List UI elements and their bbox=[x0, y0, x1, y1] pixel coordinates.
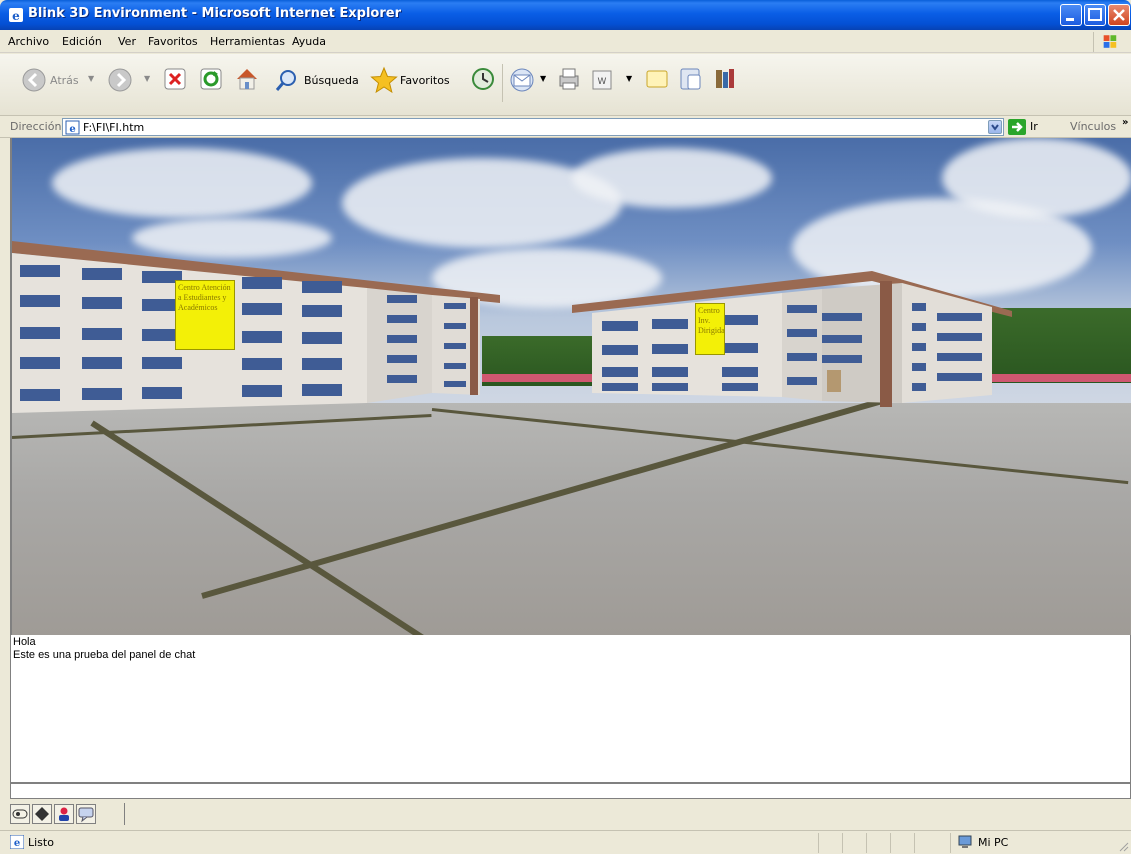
windows-logo-icon bbox=[1093, 32, 1117, 52]
ie-icon: e bbox=[9, 8, 23, 23]
address-dropdown-button[interactable] bbox=[988, 120, 1002, 134]
status-cell bbox=[866, 833, 890, 853]
status-text: Listo bbox=[28, 836, 54, 849]
menu-herramientas[interactable]: Herramientas bbox=[210, 35, 285, 48]
star-icon bbox=[370, 66, 398, 94]
chat-message: Hola bbox=[13, 636, 36, 648]
toolbar-separator bbox=[124, 803, 125, 825]
computer-icon bbox=[958, 835, 972, 848]
address-label: Dirección bbox=[10, 120, 62, 133]
blink-toolbar bbox=[10, 800, 1131, 828]
address-value: F:\FI\FI.htm bbox=[83, 121, 145, 134]
mail-dropdown-icon[interactable]: ▼ bbox=[540, 74, 546, 83]
address-bar: Dirección e F:\FI\FI.htm Ir Vínculos » bbox=[0, 116, 1131, 138]
forward-arrow-icon bbox=[108, 68, 132, 92]
menu-ver[interactable]: Ver bbox=[118, 35, 136, 48]
page-status-icon: e bbox=[10, 835, 24, 849]
edit-button[interactable]: W ▼ bbox=[590, 62, 638, 102]
chat-panel: Hola Este es una prueba del panel de cha… bbox=[10, 635, 1131, 783]
svg-text:e: e bbox=[12, 9, 20, 23]
view-icon bbox=[12, 809, 28, 819]
paved-ground bbox=[12, 403, 1131, 635]
status-cell bbox=[818, 833, 842, 853]
chat-input[interactable] bbox=[10, 783, 1131, 799]
print-icon[interactable] bbox=[556, 66, 582, 92]
svg-text:e: e bbox=[69, 124, 75, 135]
search-button[interactable]: Búsqueda bbox=[274, 62, 364, 102]
avatar-button[interactable] bbox=[54, 804, 74, 824]
3d-viewport[interactable]: Centro Atención a Estudiantes y Académic… bbox=[10, 138, 1131, 635]
menu-edicion[interactable]: Edición bbox=[62, 35, 102, 48]
close-button[interactable] bbox=[1108, 4, 1130, 26]
search-label: Búsqueda bbox=[304, 74, 359, 87]
back-arrow-icon bbox=[22, 68, 46, 92]
close-icon bbox=[1113, 9, 1125, 21]
svg-text:e: e bbox=[14, 838, 20, 849]
favorites-button[interactable]: Favoritos bbox=[370, 62, 460, 102]
discuss-icon[interactable] bbox=[644, 66, 670, 92]
page-icon: e bbox=[65, 120, 80, 135]
mail-button[interactable]: ▼ bbox=[508, 62, 548, 102]
navigate-icon bbox=[35, 807, 49, 821]
go-arrow-icon bbox=[1012, 122, 1023, 132]
forward-button[interactable]: ▼ bbox=[108, 62, 152, 102]
history-icon[interactable] bbox=[470, 66, 496, 92]
status-cell bbox=[914, 833, 950, 853]
zone-text: Mi PC bbox=[978, 836, 1009, 849]
view-toggle-button[interactable] bbox=[10, 804, 30, 824]
svg-text:W: W bbox=[598, 77, 607, 87]
chevron-down-icon bbox=[991, 124, 999, 131]
sign-right: Centro Inv. Dirigida bbox=[695, 303, 725, 355]
forward-dropdown-icon[interactable]: ▼ bbox=[144, 74, 150, 83]
messenger-icon[interactable] bbox=[678, 66, 704, 92]
cloud bbox=[52, 148, 312, 218]
links-label[interactable]: Vínculos bbox=[1070, 120, 1116, 133]
navigate-button[interactable] bbox=[32, 804, 52, 824]
left-building bbox=[12, 241, 500, 413]
window-title: Blink 3D Environment - Microsoft Interne… bbox=[28, 6, 402, 21]
speech-bubble-icon bbox=[78, 807, 94, 823]
resize-grip-icon[interactable] bbox=[1117, 840, 1129, 852]
go-label[interactable]: Ir bbox=[1030, 120, 1038, 133]
go-button[interactable] bbox=[1008, 119, 1026, 135]
edit-dropdown-icon[interactable]: ▼ bbox=[626, 74, 632, 83]
status-bar: e Listo Mi PC bbox=[0, 830, 1131, 854]
refresh-icon[interactable] bbox=[200, 68, 222, 90]
chat-message: Este es una prueba del panel de chat bbox=[13, 649, 196, 661]
research-icon[interactable] bbox=[712, 66, 738, 92]
search-icon bbox=[275, 70, 296, 91]
cloud bbox=[942, 138, 1131, 218]
chat-button[interactable] bbox=[76, 804, 96, 824]
standard-toolbar: Atrás ▼ ▼ Búsqueda Favoritos ▼ W ▼ bbox=[0, 54, 1131, 116]
menu-favoritos[interactable]: Favoritos bbox=[148, 35, 198, 48]
menu-archivo[interactable]: Archivo bbox=[8, 35, 49, 48]
chevron-more-icon[interactable]: » bbox=[1122, 117, 1128, 128]
maximize-icon bbox=[1088, 8, 1102, 21]
menu-ayuda[interactable]: Ayuda bbox=[292, 35, 326, 48]
back-button[interactable]: Atrás ▼ bbox=[22, 62, 94, 102]
word-edit-icon: W bbox=[592, 70, 612, 90]
favorites-label: Favoritos bbox=[400, 74, 450, 87]
stop-icon[interactable] bbox=[164, 68, 186, 90]
user-icon bbox=[59, 807, 69, 821]
status-cell bbox=[842, 833, 866, 853]
zone-cell bbox=[950, 833, 1120, 853]
status-cell bbox=[890, 833, 914, 853]
back-dropdown-icon[interactable]: ▼ bbox=[88, 74, 94, 83]
home-icon[interactable] bbox=[234, 66, 260, 92]
title-bar: e Blink 3D Environment - Microsoft Inter… bbox=[0, 0, 1131, 30]
minimize-icon bbox=[1066, 18, 1074, 21]
right-building bbox=[572, 271, 1012, 407]
mail-icon bbox=[510, 68, 534, 92]
maximize-button[interactable] bbox=[1084, 4, 1106, 26]
menu-bar: Archivo Edición Ver Favoritos Herramient… bbox=[0, 30, 1131, 53]
address-field[interactable]: e F:\FI\FI.htm bbox=[62, 118, 1004, 136]
toolbar-separator bbox=[502, 64, 503, 102]
sign-left: Centro Atención a Estudiantes y Académic… bbox=[175, 280, 235, 350]
minimize-button[interactable] bbox=[1060, 4, 1082, 26]
cloud bbox=[572, 148, 772, 208]
back-label: Atrás bbox=[50, 74, 79, 87]
